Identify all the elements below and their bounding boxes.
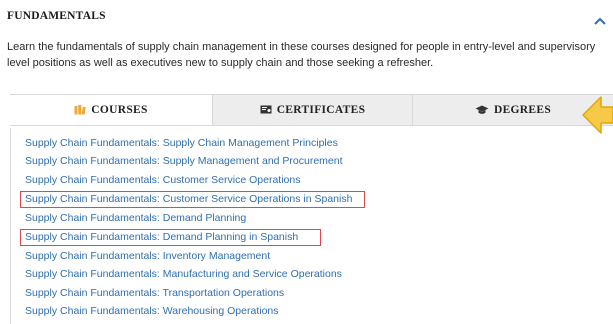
- list-item[interactable]: Supply Chain Fundamentals: Inventory Man…: [25, 250, 270, 263]
- tab-courses-label: COURSES: [91, 104, 148, 116]
- list-item[interactable]: Supply Chain Fundamentals: Supply Manage…: [25, 155, 343, 168]
- graduation-cap-icon: [475, 105, 489, 115]
- books-icon: [74, 105, 86, 115]
- fundamentals-panel: FUNDAMENTALS Learn the fundamentals of s…: [0, 0, 613, 324]
- left-arrow-icon: [582, 95, 613, 135]
- list-item[interactable]: Supply Chain Fundamentals: Warehousing O…: [25, 305, 279, 318]
- tab-certificates-label: CERTIFICATES: [276, 104, 366, 116]
- chevron-up-icon[interactable]: [593, 13, 607, 25]
- course-list: Supply Chain Fundamentals: Supply Chain …: [10, 128, 613, 324]
- section-title: FUNDAMENTALS: [7, 10, 106, 22]
- tab-bar: COURSES CERTIFICATES DEGREES: [10, 94, 613, 126]
- list-item[interactable]: Supply Chain Fundamentals: Supply Chain …: [25, 137, 338, 150]
- list-item[interactable]: Supply Chain Fundamentals: Customer Serv…: [25, 174, 300, 187]
- section-description: Learn the fundamentals of supply chain m…: [7, 41, 596, 69]
- certificate-icon: [260, 105, 272, 115]
- list-item[interactable]: Supply Chain Fundamentals: Demand Planni…: [25, 231, 298, 244]
- tab-degrees-label: DEGREES: [493, 104, 552, 116]
- list-item[interactable]: Supply Chain Fundamentals: Customer Serv…: [25, 193, 352, 206]
- list-item[interactable]: Supply Chain Fundamentals: Transportatio…: [25, 287, 284, 300]
- tab-certificates[interactable]: CERTIFICATES: [212, 95, 413, 125]
- section-header: FUNDAMENTALS: [7, 10, 607, 30]
- list-item[interactable]: Supply Chain Fundamentals: Demand Planni…: [25, 212, 246, 225]
- list-item[interactable]: Supply Chain Fundamentals: Manufacturing…: [25, 268, 342, 281]
- tab-courses[interactable]: COURSES: [10, 95, 212, 125]
